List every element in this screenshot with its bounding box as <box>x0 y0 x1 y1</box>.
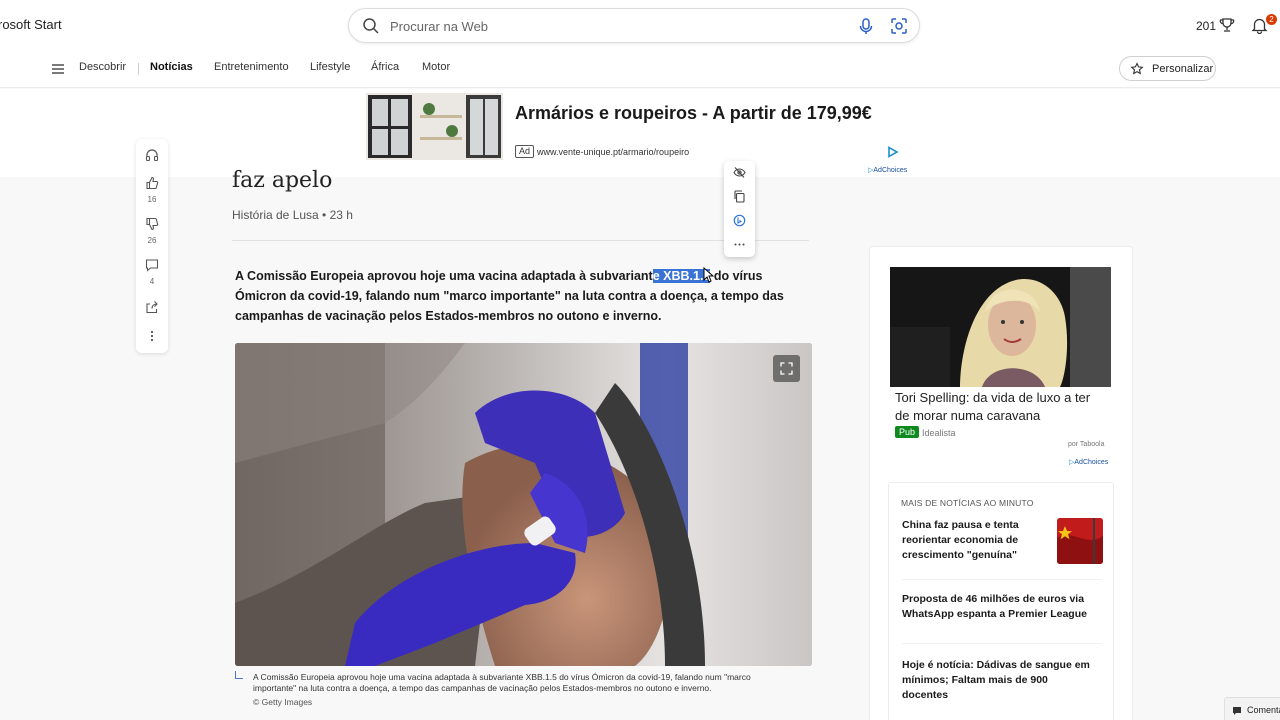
vaccination-photo <box>235 343 812 666</box>
dislike-icon[interactable] <box>145 217 159 231</box>
news-item[interactable]: China faz pausa e tenta reorientar econo… <box>902 518 1052 563</box>
celebrity-photo <box>890 267 1111 387</box>
ad-label: Ad <box>515 145 535 158</box>
visual-search-icon[interactable] <box>890 17 908 35</box>
nav-separator <box>138 63 139 75</box>
hamburger-menu-icon[interactable] <box>51 63 65 75</box>
headphones-icon[interactable] <box>145 148 159 162</box>
caption-marker <box>235 671 243 679</box>
notification-count-badge: 2 <box>1266 14 1277 25</box>
news-separator <box>902 579 1102 580</box>
promo-title[interactable]: Tori Spelling: da vida de luxo a ter de … <box>895 389 1107 425</box>
article-photo[interactable] <box>235 343 812 666</box>
article-byline: História de Lusa • 23 h <box>232 208 353 222</box>
mouse-cursor-icon <box>703 267 714 283</box>
nav-item-lifestyle[interactable]: Lifestyle <box>310 61 350 73</box>
comment-bubble-icon <box>1233 707 1241 715</box>
page: rosoft Start 201 2 Descobrir Notícias En… <box>0 0 1280 720</box>
ad-banner[interactable]: Armários e roupeiros - A partir de 179,9… <box>0 89 1280 177</box>
news-item[interactable]: Hoje é notícia: Dádivas de sangue em mín… <box>902 658 1092 703</box>
ad-url[interactable]: www.vente-unique.pt/armario/roupeiro <box>537 147 689 157</box>
copy-icon[interactable] <box>733 190 746 203</box>
rewards-points[interactable]: 201 <box>1196 19 1216 33</box>
like-icon[interactable] <box>145 176 159 190</box>
sponsored-badge: Pub <box>895 426 920 438</box>
microphone-icon[interactable] <box>857 17 875 35</box>
lead-text-start: A Comissão Europeia aprovou hoje uma vac… <box>235 269 653 283</box>
more-options-icon[interactable] <box>145 329 159 343</box>
promo-source: Idealista <box>922 428 956 438</box>
china-flag-image <box>1057 518 1103 564</box>
selected-text[interactable]: e XBB.1.5 <box>652 269 711 283</box>
nav-item-noticias[interactable]: Notícias <box>150 61 193 73</box>
brand-logo-text[interactable]: rosoft Start <box>0 17 62 32</box>
personalize-button[interactable]: Personalizar <box>1119 56 1216 81</box>
article-lead: A Comissão Europeia aprovou hoje uma vac… <box>235 266 805 326</box>
comments-button[interactable]: Comentários <box>1224 697 1280 720</box>
more-horizontal-icon[interactable] <box>733 238 746 251</box>
photo-credit: © Getty Images <box>253 697 313 707</box>
nav-item-entretenimento[interactable]: Entretenimento <box>214 61 289 73</box>
more-news-box: MAIS DE NOTÍCIAS AO MINUTO China faz pau… <box>888 482 1114 720</box>
adchoices-label[interactable]: ▷AdChoices <box>868 166 907 174</box>
news-item[interactable]: Proposta de 46 milhões de euros via What… <box>902 592 1092 622</box>
wardrobe-image <box>366 93 503 160</box>
fullscreen-button[interactable] <box>773 355 800 382</box>
promo-image[interactable] <box>890 267 1111 387</box>
promo-provider[interactable]: por Taboola <box>1068 441 1104 448</box>
hide-eye-icon[interactable] <box>733 166 746 179</box>
selection-mini-toolbar <box>724 161 755 257</box>
sponsored-promo[interactable]: Tori Spelling: da vida de luxo a ter de … <box>890 267 1111 451</box>
divider <box>232 240 809 241</box>
article-action-rail: 16 26 4 <box>136 139 168 353</box>
ad-title[interactable]: Armários e roupeiros - A partir de 179,9… <box>515 103 872 124</box>
bing-chat-icon[interactable] <box>733 214 746 227</box>
comment-count: 4 <box>149 277 155 286</box>
news-separator <box>902 643 1102 644</box>
ad-image[interactable] <box>366 93 503 160</box>
news-thumbnail[interactable] <box>1057 518 1103 564</box>
search-icon <box>363 18 379 34</box>
article-headline: faz apelo <box>232 168 333 193</box>
photo-caption: A Comissão Europeia aprovou hoje uma vac… <box>253 672 751 693</box>
comment-icon[interactable] <box>145 258 159 272</box>
dislike-count: 26 <box>147 236 157 245</box>
like-count: 16 <box>147 195 157 204</box>
nav-item-africa[interactable]: África <box>371 61 399 73</box>
nav-bar: Descobrir Notícias Entretenimento Lifest… <box>0 50 1280 88</box>
comments-button-label: Comentários <box>1247 705 1280 715</box>
nav-item-descobrir[interactable]: Descobrir <box>79 61 126 73</box>
search-input[interactable] <box>390 16 830 36</box>
share-icon[interactable] <box>145 300 159 314</box>
top-bar: rosoft Start 201 2 <box>0 0 1280 50</box>
personalize-label: Personalizar <box>1152 63 1214 75</box>
adchoices-icon[interactable] <box>887 146 899 158</box>
personalize-star-icon <box>1130 62 1144 75</box>
adchoices-label[interactable]: ▷AdChoices <box>1069 458 1108 466</box>
search-box[interactable] <box>348 8 920 43</box>
more-news-heading: MAIS DE NOTÍCIAS AO MINUTO <box>901 498 1034 508</box>
expand-icon <box>780 362 793 375</box>
nav-item-motor[interactable]: Motor <box>422 61 450 73</box>
trophy-icon[interactable] <box>1219 17 1235 33</box>
